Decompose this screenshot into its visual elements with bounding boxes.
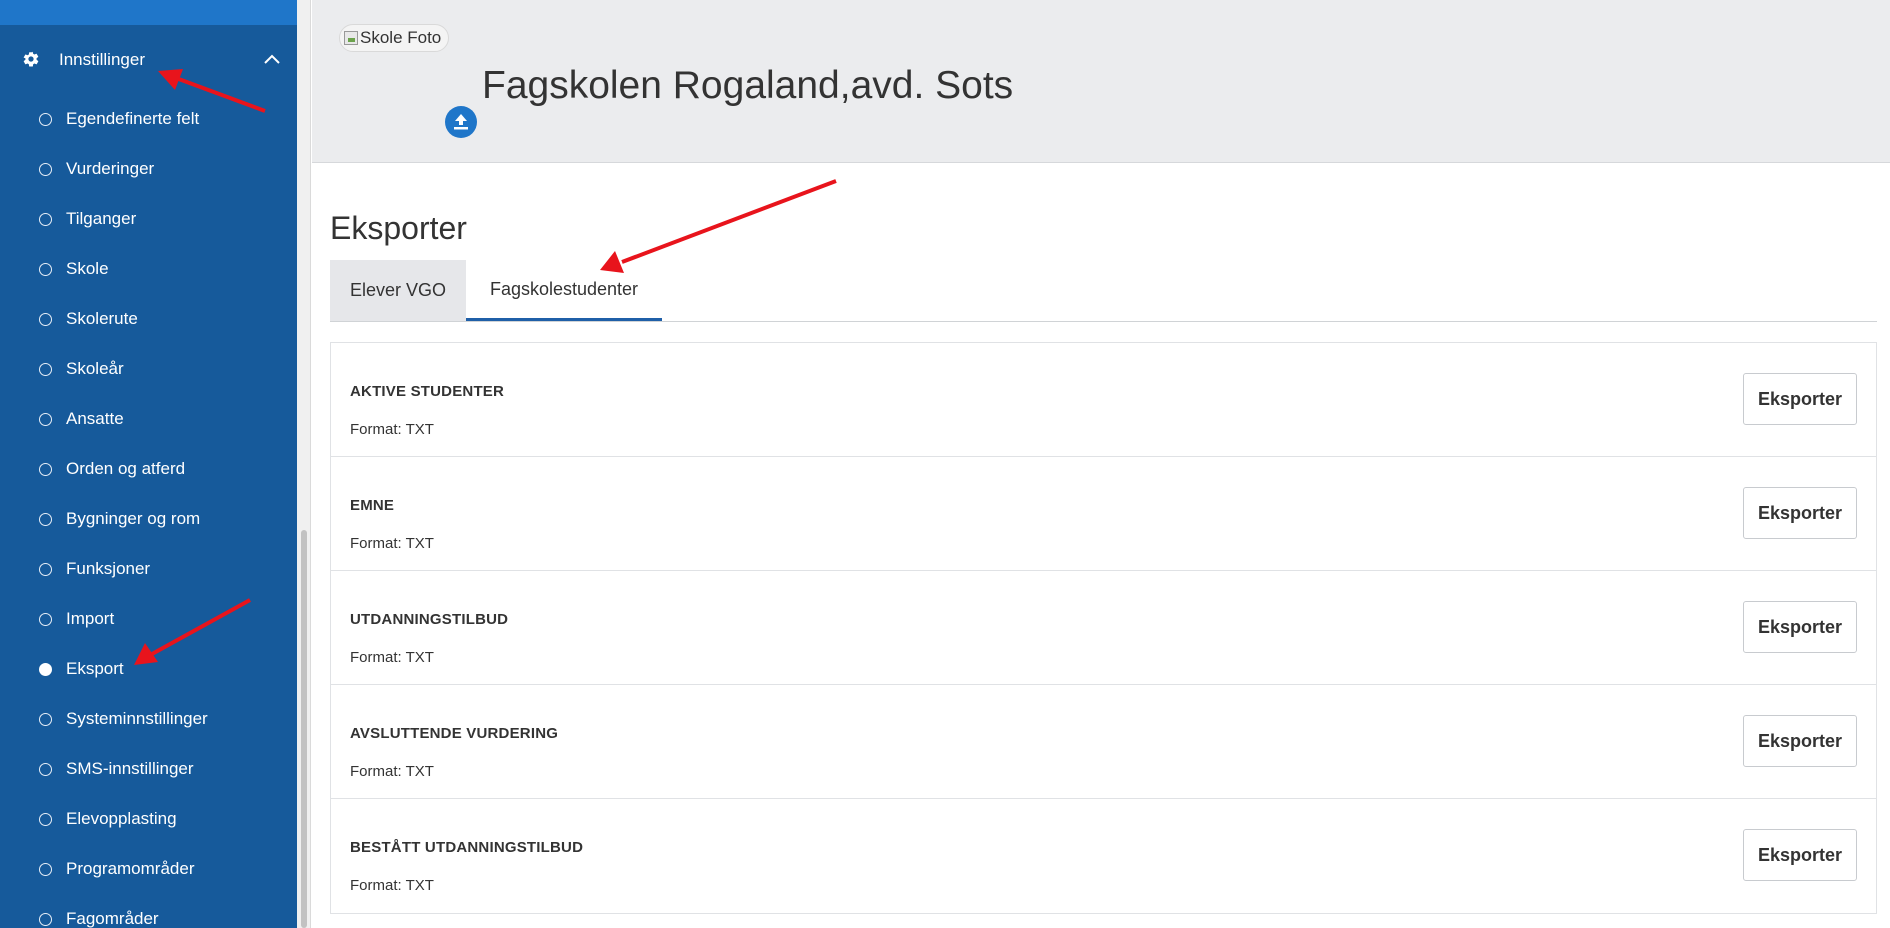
export-format: Format: TXT <box>350 763 434 780</box>
circle-icon <box>39 713 52 726</box>
sidebar-item-fagomrader[interactable]: Fagområder <box>0 900 297 928</box>
export-button[interactable]: Eksporter <box>1743 829 1857 881</box>
scrollbar-thumb[interactable] <box>301 530 307 928</box>
sidebar-item-funksjoner[interactable]: Funksjoner <box>0 550 297 600</box>
circle-icon <box>39 913 52 926</box>
filled-circle-icon <box>39 663 52 676</box>
sidebar-item-vurderinger[interactable]: Vurderinger <box>0 150 297 200</box>
sidebar-item-label: Programområder <box>66 859 195 878</box>
sidebar-item-bygninger-og-rom[interactable]: Bygninger og rom <box>0 500 297 550</box>
export-title: BESTÅTT UTDANNINGSTILBUD <box>350 839 584 856</box>
sidebar-item-label: Vurderinger <box>66 159 155 178</box>
export-title: AVSLUTTENDE VURDERING <box>350 725 559 742</box>
export-row-aktive-studenter: AKTIVE STUDENTER Format: TXT Eksporter <box>331 343 1876 457</box>
export-format: Format: TXT <box>350 535 434 552</box>
sidebar-item-label: Eksport <box>66 659 124 678</box>
export-row-utdanningstilbud: UTDANNINGSTILBUD Format: TXT Eksporter <box>331 571 1876 685</box>
sidebar-item-eksport[interactable]: Eksport <box>0 650 297 700</box>
circle-icon <box>39 113 52 126</box>
tab-fagskolestudenter[interactable]: Fagskolestudenter <box>466 260 662 321</box>
sidebar: Innstillinger Egendefinerte felt Vurderi… <box>0 0 297 928</box>
circle-icon <box>39 513 52 526</box>
circle-icon <box>39 863 52 876</box>
sidebar-item-egendefinerte-felt[interactable]: Egendefinerte felt <box>0 100 297 150</box>
export-title: AKTIVE STUDENTER <box>350 383 505 400</box>
sidebar-item-label: Import <box>66 609 115 628</box>
export-row-avsluttende-vurdering: AVSLUTTENDE VURDERING Format: TXT Ekspor… <box>331 685 1876 799</box>
circle-icon <box>39 613 52 626</box>
export-format: Format: TXT <box>350 421 434 438</box>
sidebar-item-skolerute[interactable]: Skolerute <box>0 300 297 350</box>
sidebar-scrollbar[interactable] <box>297 0 311 928</box>
school-header: Skole Foto Fagskolen Rogaland,avd. Sots <box>312 0 1890 163</box>
chevron-up-icon[interactable] <box>263 52 281 66</box>
upload-photo-button[interactable] <box>445 106 477 138</box>
sidebar-item-label: Skolerute <box>66 309 138 328</box>
export-title: UTDANNINGSTILBUD <box>350 611 509 628</box>
sidebar-item-label: Funksjoner <box>66 559 151 578</box>
sidebar-item-orden-og-atferd[interactable]: Orden og atferd <box>0 450 297 500</box>
export-button[interactable]: Eksporter <box>1743 487 1857 539</box>
circle-icon <box>39 363 52 376</box>
sidebar-item-elevopplasting[interactable]: Elevopplasting <box>0 800 297 850</box>
school-name: Fagskolen Rogaland,avd. Sots <box>482 64 1014 107</box>
circle-icon <box>39 413 52 426</box>
sidebar-item-programomrader[interactable]: Programområder <box>0 850 297 900</box>
export-title: EMNE <box>350 497 395 514</box>
circle-icon <box>39 563 52 576</box>
sidebar-item-import[interactable]: Import <box>0 600 297 650</box>
circle-icon <box>39 313 52 326</box>
sidebar-section-innstillinger[interactable]: Innstillinger <box>0 40 297 80</box>
circle-icon <box>39 163 52 176</box>
broken-image-icon <box>344 31 358 45</box>
sidebar-item-label: Fagområder <box>66 909 159 928</box>
export-row-emne: EMNE Format: TXT Eksporter <box>331 457 1876 571</box>
sidebar-item-label: Skoleår <box>66 359 124 378</box>
export-list: AKTIVE STUDENTER Format: TXT Eksporter E… <box>330 342 1877 914</box>
sidebar-item-ansatte[interactable]: Ansatte <box>0 400 297 450</box>
export-row-bestatt-utdanningstilbud: BESTÅTT UTDANNINGSTILBUD Format: TXT Eks… <box>331 799 1876 913</box>
sidebar-item-sms-innstillinger[interactable]: SMS-innstillinger <box>0 750 297 800</box>
sidebar-menu: Egendefinerte felt Vurderinger Tilganger… <box>0 100 297 928</box>
page-title: Eksporter <box>330 210 467 246</box>
sidebar-item-label: Skole <box>66 259 109 278</box>
circle-icon <box>39 463 52 476</box>
export-tabs: Elever VGO Fagskolestudenter <box>330 260 1877 322</box>
upload-icon <box>454 114 468 130</box>
export-format: Format: TXT <box>350 877 434 894</box>
sidebar-item-label: Elevopplasting <box>66 809 177 828</box>
sidebar-item-label: Bygninger og rom <box>66 509 201 528</box>
sidebar-item-skolear[interactable]: Skoleår <box>0 350 297 400</box>
school-photo: Skole Foto <box>339 24 449 52</box>
sidebar-section-label: Innstillinger <box>59 50 145 69</box>
sidebar-item-skole[interactable]: Skole <box>0 250 297 300</box>
sidebar-item-tilganger[interactable]: Tilganger <box>0 200 297 250</box>
sidebar-item-label: Systeminnstillinger <box>66 709 208 728</box>
circle-icon <box>39 263 52 276</box>
school-photo-alt: Skole Foto <box>360 28 442 47</box>
circle-icon <box>39 813 52 826</box>
gear-icon <box>23 51 39 67</box>
sidebar-item-label: Tilganger <box>66 209 137 228</box>
export-button[interactable]: Eksporter <box>1743 601 1857 653</box>
sidebar-item-label: SMS-innstillinger <box>66 759 194 778</box>
circle-icon <box>39 763 52 776</box>
sidebar-item-label: Ansatte <box>66 409 124 428</box>
circle-icon <box>39 213 52 226</box>
sidebar-item-systeminnstillinger[interactable]: Systeminnstillinger <box>0 700 297 750</box>
export-button[interactable]: Eksporter <box>1743 373 1857 425</box>
sidebar-item-label: Egendefinerte felt <box>66 109 200 128</box>
export-format: Format: TXT <box>350 649 434 666</box>
sidebar-item-label: Orden og atferd <box>66 459 186 478</box>
export-button[interactable]: Eksporter <box>1743 715 1857 767</box>
tab-elever-vgo[interactable]: Elever VGO <box>330 260 466 321</box>
sidebar-top-item[interactable] <box>0 0 297 25</box>
